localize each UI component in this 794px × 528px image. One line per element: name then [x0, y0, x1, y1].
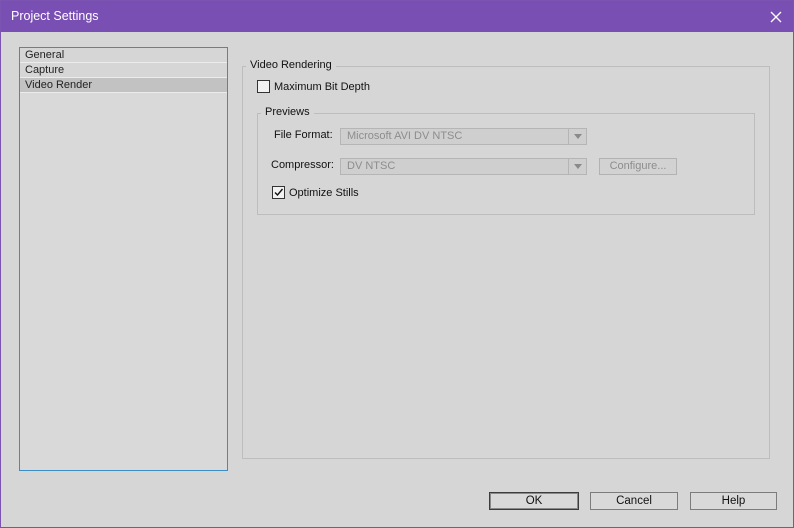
optimize-stills-row[interactable]: Optimize Stills [272, 186, 359, 199]
compressor-dropdown-arrow[interactable] [568, 159, 586, 174]
configure-button[interactable]: Configure... [599, 158, 677, 175]
previews-group-label: Previews [261, 106, 314, 118]
title-bar[interactable]: Project Settings [1, 1, 793, 32]
file-format-select[interactable]: Microsoft AVI DV NTSC [340, 128, 587, 145]
optimize-stills-checkbox[interactable] [272, 186, 285, 199]
file-format-dropdown-arrow[interactable] [568, 129, 586, 144]
chevron-down-icon [573, 134, 582, 139]
help-button[interactable]: Help [690, 492, 777, 510]
close-icon [770, 11, 782, 22]
chevron-down-icon [573, 164, 582, 169]
max-bit-depth-label: Maximum Bit Depth [274, 80, 370, 93]
checkmark-icon [274, 188, 284, 197]
ok-button[interactable]: OK [489, 492, 579, 510]
nav-item-capture[interactable]: Capture [20, 63, 227, 78]
max-bit-depth-row[interactable]: Maximum Bit Depth [257, 80, 370, 93]
file-format-label: File Format: [274, 129, 333, 141]
project-settings-dialog: Project Settings General Capture Video R… [0, 0, 794, 528]
video-rendering-group-label: Video Rendering [246, 59, 336, 71]
file-format-value: Microsoft AVI DV NTSC [347, 130, 463, 142]
nav-item-video-render[interactable]: Video Render [20, 78, 227, 93]
settings-category-list[interactable]: General Capture Video Render [19, 47, 228, 471]
close-button[interactable] [759, 1, 793, 32]
optimize-stills-label: Optimize Stills [289, 186, 359, 199]
nav-item-general[interactable]: General [20, 48, 227, 63]
cancel-button[interactable]: Cancel [590, 492, 678, 510]
compressor-value: DV NTSC [347, 160, 396, 172]
window-title: Project Settings [11, 9, 99, 23]
compressor-label: Compressor: [271, 159, 334, 171]
max-bit-depth-checkbox[interactable] [257, 80, 270, 93]
compressor-select[interactable]: DV NTSC [340, 158, 587, 175]
